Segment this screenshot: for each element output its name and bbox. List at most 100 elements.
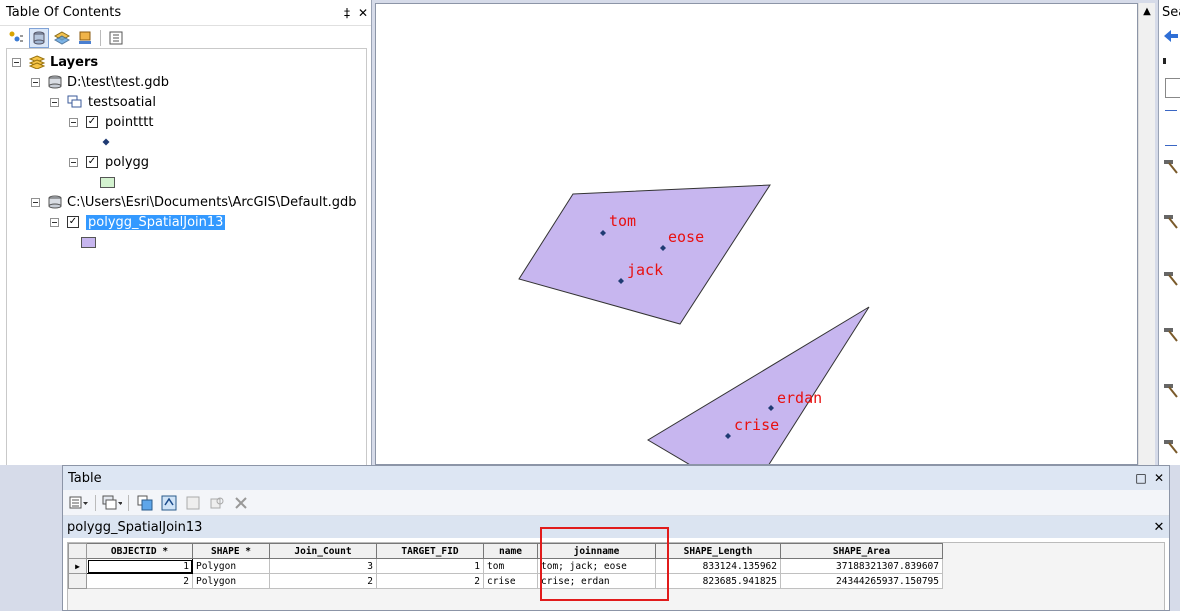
collapse-toggle[interactable] (50, 217, 59, 227)
pin-icon[interactable]: ‡ (339, 6, 355, 20)
tree-label-polygg: polygg (105, 154, 150, 170)
cell-objectid[interactable]: 2 (86, 573, 193, 589)
tree-node-database-default[interactable]: C:\Users\Esri\Documents\ArcGIS\Default.g… (31, 193, 356, 211)
cell-shape-area[interactable]: 37188321307.839607 (780, 558, 943, 574)
polygon-symbol-purple[interactable] (81, 233, 96, 251)
layer-visibility-checkbox[interactable]: ✓ (86, 116, 98, 128)
column-header-join-count[interactable]: Join_Count (269, 543, 377, 559)
table-layer-name: polygg_SpatialJoin13 (67, 519, 203, 535)
table-layer-tab[interactable]: polygg_SpatialJoin13 ✕ (63, 516, 1169, 538)
cell-shape-length[interactable]: 833124.135962 (655, 558, 781, 574)
switch-selection-icon[interactable] (159, 493, 179, 513)
search-link[interactable] (1165, 110, 1177, 111)
cell-objectid[interactable]: 1 (86, 558, 193, 574)
current-row-marker[interactable]: ▶ (68, 558, 87, 574)
table-title: Table (68, 470, 102, 486)
table-options-icon[interactable] (69, 493, 89, 513)
tool-hammer-icon[interactable] (1163, 382, 1179, 398)
close-icon[interactable]: ✕ (355, 6, 371, 20)
point-symbol[interactable] (102, 133, 110, 151)
collapse-toggle[interactable] (69, 117, 78, 127)
toc-title: Table Of Contents (6, 5, 122, 20)
toc-tree: Layers D:\test\test.gdb testsoatial ✓ po… (6, 48, 367, 465)
cell-name[interactable]: crise (483, 573, 538, 589)
search-title: Sea (1162, 5, 1180, 20)
tree-node-layers[interactable]: Layers (12, 53, 98, 71)
delete-selected-icon[interactable] (231, 493, 251, 513)
tree-label-spatialjoin: polygg_SpatialJoin13 (86, 214, 226, 230)
maximize-icon[interactable]: □ (1133, 471, 1149, 485)
cell-target-fid[interactable]: 2 (376, 573, 484, 589)
search-input[interactable] (1165, 78, 1180, 98)
tool-hammer-icon[interactable] (1163, 270, 1179, 286)
list-by-visibility-icon[interactable] (52, 28, 72, 48)
collapse-toggle[interactable] (12, 57, 21, 67)
feature-dataset-icon (67, 95, 83, 109)
tool-hammer-icon[interactable] (1163, 438, 1179, 454)
back-arrow-icon[interactable] (1162, 28, 1180, 46)
table-toolbar (63, 490, 1169, 516)
attribute-table-window: Table □ ✕ polygg_SpatialJoin13 ✕ OBJECTI… (62, 465, 1170, 611)
scroll-up-icon[interactable]: ▲ (1139, 3, 1155, 20)
column-header-shape[interactable]: SHAPE * (192, 543, 270, 559)
table-row[interactable]: ▶ 1 Polygon 3 1 tom tom; jack; eose 8331… (68, 558, 943, 574)
tool-hammer-icon[interactable] (1163, 326, 1179, 342)
tool-hammer-icon[interactable] (1163, 213, 1179, 229)
collapse-toggle[interactable] (50, 97, 59, 107)
column-header-joinname[interactable]: joinname (537, 543, 656, 559)
cell-shape[interactable]: Polygon (192, 558, 270, 574)
tree-node-layer-spatialjoin[interactable]: ✓ polygg_SpatialJoin13 (50, 213, 226, 231)
map-vertical-scrollbar[interactable]: ▲ (1138, 3, 1155, 465)
polygon-south[interactable] (647, 306, 870, 465)
cell-shape[interactable]: Polygon (192, 573, 270, 589)
collapse-toggle[interactable] (69, 157, 78, 167)
tree-node-layer-pointttt[interactable]: ✓ pointttt (69, 113, 153, 131)
attribute-grid-area[interactable]: OBJECTID * SHAPE * Join_Count TARGET_FID… (67, 542, 1165, 610)
cell-joinname[interactable]: tom; jack; eose (537, 558, 656, 574)
tool-hammer-icon[interactable] (1163, 158, 1179, 174)
cell-shape-area[interactable]: 24344265937.150795 (780, 573, 943, 589)
cell-name[interactable]: tom (483, 558, 538, 574)
map-view[interactable]: tom eose jack erdan crise (375, 3, 1138, 465)
attribute-table: OBJECTID * SHAPE * Join_Count TARGET_FID… (68, 543, 943, 589)
layer-visibility-checkbox[interactable]: ✓ (86, 156, 98, 168)
table-header-row: OBJECTID * SHAPE * Join_Count TARGET_FID… (68, 543, 943, 559)
table-row[interactable]: 2 Polygon 2 2 crise crise; erdan 823685.… (68, 573, 943, 589)
cell-join-count[interactable]: 3 (269, 558, 377, 574)
related-tables-icon[interactable] (102, 493, 122, 513)
column-header-shape-length[interactable]: SHAPE_Length (655, 543, 781, 559)
row-header[interactable] (68, 573, 87, 589)
list-by-source-icon[interactable] (29, 28, 49, 48)
layer-visibility-checkbox[interactable]: ✓ (67, 216, 79, 228)
cell-target-fid[interactable]: 1 (376, 558, 484, 574)
toolbar-separator (100, 30, 101, 46)
map-canvas[interactable]: tom eose jack erdan crise (376, 4, 1138, 465)
cell-join-count[interactable]: 2 (269, 573, 377, 589)
cell-joinname[interactable]: crise; erdan (537, 573, 656, 589)
green-fill-swatch (100, 176, 115, 188)
close-tab-icon[interactable]: ✕ (1151, 520, 1167, 535)
collapse-toggle[interactable] (31, 77, 40, 87)
cell-shape-length[interactable]: 823685.941825 (655, 573, 781, 589)
column-header-shape-area[interactable]: SHAPE_Area (780, 543, 943, 559)
zoom-to-selected-icon[interactable] (207, 493, 227, 513)
list-by-drawing-order-icon[interactable] (6, 28, 26, 48)
column-header-target-fid[interactable]: TARGET_FID (376, 543, 484, 559)
collapse-toggle[interactable] (31, 197, 40, 207)
tree-node-layer-polygg[interactable]: ✓ polygg (69, 153, 149, 171)
column-header-objectid[interactable]: OBJECTID * (86, 543, 193, 559)
polygon-north[interactable] (518, 184, 771, 325)
tree-node-feature-dataset[interactable]: testsoatial (50, 93, 156, 111)
polygon-symbol-green[interactable] (100, 173, 115, 191)
options-icon[interactable] (106, 28, 126, 48)
clear-selection-icon[interactable] (183, 493, 203, 513)
list-by-selection-icon[interactable] (75, 28, 95, 48)
search-pane: Sea (1158, 0, 1180, 465)
column-header-name[interactable]: name (483, 543, 538, 559)
point-symbol-icon (102, 138, 110, 146)
label-crise: crise (734, 416, 779, 434)
search-link[interactable] (1165, 145, 1177, 146)
close-icon[interactable]: ✕ (1151, 471, 1167, 485)
tree-node-database-test[interactable]: D:\test\test.gdb (31, 73, 169, 91)
select-by-attributes-icon[interactable] (135, 493, 155, 513)
